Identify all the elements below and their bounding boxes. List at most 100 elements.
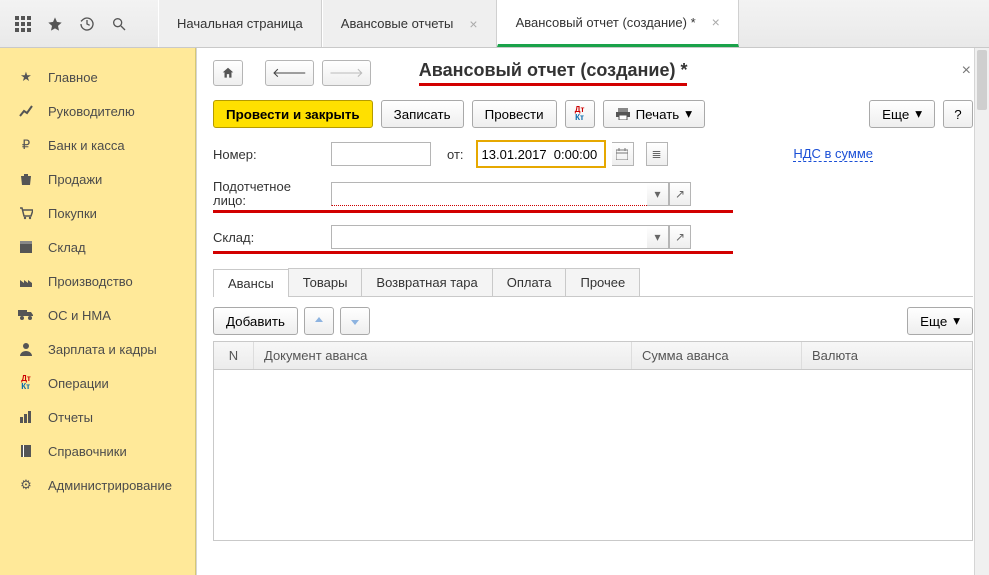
person-icon [18,341,34,357]
sidebar-item-admin[interactable]: ⚙ Администрирование [0,468,195,502]
grid-header: N Документ аванса Сумма аванса Валюта [214,342,972,370]
apps-icon[interactable] [14,15,32,33]
tab-advance-reports[interactable]: Авансовые отчеты × [322,0,497,47]
dropdown-icon[interactable]: ▾ [647,182,669,206]
sidebar-item-label: Администрирование [48,478,172,493]
navigation-sidebar: ★Главное Руководителю ₽Банк и касса Прод… [0,48,196,575]
close-icon[interactable]: × [712,14,720,30]
person-label: Подотчетное лицо: [213,180,325,208]
save-button[interactable]: Записать [381,100,464,128]
move-down-button[interactable] [340,307,370,335]
grid-toolbar: Добавить Еще▾ [213,307,973,335]
close-icon[interactable]: × [469,16,477,32]
cart-icon [18,205,34,221]
box-icon [18,239,34,255]
print-button[interactable]: Печать ▾ [603,100,705,128]
number-label: Номер: [213,147,325,162]
document-toolbar: Провести и закрыть Записать Провести ДтК… [213,100,973,128]
gear-icon: ⚙ [18,477,34,493]
move-up-button[interactable] [304,307,334,335]
home-button[interactable] [213,60,243,86]
post-button[interactable]: Провести [472,100,557,128]
history-icon[interactable] [78,15,96,33]
sidebar-item-reports[interactable]: Отчеты [0,400,195,434]
page-title: Авансовый отчет (создание) * [419,60,688,86]
more-button[interactable]: Еще▾ [869,100,935,128]
sidebar-item-sales[interactable]: Продажи [0,162,195,196]
tab-label: Авансовый отчет (создание) * [516,15,696,30]
person-ref-input: ▾ ↗ [331,182,691,206]
truck-icon [18,307,34,323]
from-label: от: [447,147,464,162]
chevron-down-icon: ▾ [685,106,692,122]
sidebar-item-hr[interactable]: Зарплата и кадры [0,332,195,366]
list-icon[interactable]: ≣ [646,142,668,166]
sidebar-item-warehouse[interactable]: Склад [0,230,195,264]
sidebar-item-label: Производство [48,274,133,289]
subtab-other[interactable]: Прочее [565,268,640,296]
post-and-close-button[interactable]: Провести и закрыть [213,100,373,128]
sidebar-item-main[interactable]: ★Главное [0,60,195,94]
subtab-advances[interactable]: Авансы [213,269,289,297]
subtab-payment[interactable]: Оплата [492,268,567,296]
highlight-line [213,210,733,213]
sidebar-item-bank[interactable]: ₽Банк и касса [0,128,195,162]
sidebar-item-assets[interactable]: ОС и НМА [0,298,195,332]
col-currency[interactable]: Валюта [802,342,972,369]
bag-icon [18,171,34,187]
sidebar-item-label: ОС и НМА [48,308,111,323]
col-sum[interactable]: Сумма аванса [632,342,802,369]
sidebar-item-directories[interactable]: Справочники [0,434,195,468]
scroll-thumb[interactable] [977,50,987,110]
help-button[interactable]: ? [943,100,973,128]
advances-grid[interactable]: N Документ аванса Сумма аванса Валюта [213,341,973,541]
sidebar-item-manager[interactable]: Руководителю [0,94,195,128]
sidebar-item-purchases[interactable]: Покупки [0,196,195,230]
star-icon[interactable] [46,15,64,33]
sidebar-item-label: Руководителю [48,104,135,119]
col-document[interactable]: Документ аванса [254,342,632,369]
chevron-down-icon: ▾ [915,106,922,122]
detail-tabs: Авансы Товары Возвратная тара Оплата Про… [213,268,973,297]
add-row-button[interactable]: Добавить [213,307,298,335]
sidebar-item-label: Операции [48,376,109,391]
person-input[interactable] [331,182,647,206]
open-icon[interactable]: ↗ [669,225,691,249]
row-warehouse: Склад: ▾ ↗ [213,225,973,249]
sidebar-item-label: Покупки [48,206,97,221]
open-icon[interactable]: ↗ [669,182,691,206]
col-n[interactable]: N [214,342,254,369]
top-toolbar: Начальная страница Авансовые отчеты × Ава… [0,0,989,48]
warehouse-label: Склад: [213,230,325,245]
main-panel: 🡐 🡒 Авансовый отчет (создание) * × Прове… [196,48,989,575]
subtab-returnable[interactable]: Возвратная тара [361,268,492,296]
search-icon[interactable] [110,15,128,33]
grid-more-button[interactable]: Еще▾ [907,307,973,335]
sidebar-item-label: Справочники [48,444,127,459]
dtkt-icon: ДтКт [18,375,34,391]
tab-label: Авансовые отчеты [341,16,454,31]
more-label: Еще [920,314,947,329]
sidebar-item-operations[interactable]: ДтКт Операции [0,366,195,400]
warehouse-input[interactable] [331,225,647,249]
date-field-wrapper [476,140,606,168]
print-label: Печать [636,107,680,122]
subtab-goods[interactable]: Товары [288,268,363,296]
vertical-scrollbar[interactable] [974,48,989,575]
row-person: Подотчетное лицо: ▾ ↗ [213,180,973,208]
tab-home[interactable]: Начальная страница [158,0,322,47]
row-number-date: Номер: от: ≣ НДС в сумме [213,140,973,168]
window-tabs: Начальная страница Авансовые отчеты × Ава… [158,0,739,47]
date-input[interactable] [478,142,604,166]
back-button[interactable]: 🡐 [265,60,314,86]
tab-advance-report-new[interactable]: Авансовый отчет (создание) * × [497,0,739,47]
sidebar-item-production[interactable]: Производство [0,264,195,298]
calendar-icon[interactable] [612,142,634,166]
register-button[interactable]: ДтКт [565,100,595,128]
forward-button[interactable]: 🡒 [322,60,371,86]
dropdown-icon[interactable]: ▾ [647,225,669,249]
page-header: 🡐 🡒 Авансовый отчет (создание) * × [213,60,973,86]
vat-mode-link[interactable]: НДС в сумме [793,146,873,162]
close-icon[interactable]: × [962,62,971,80]
number-input[interactable] [331,142,431,166]
